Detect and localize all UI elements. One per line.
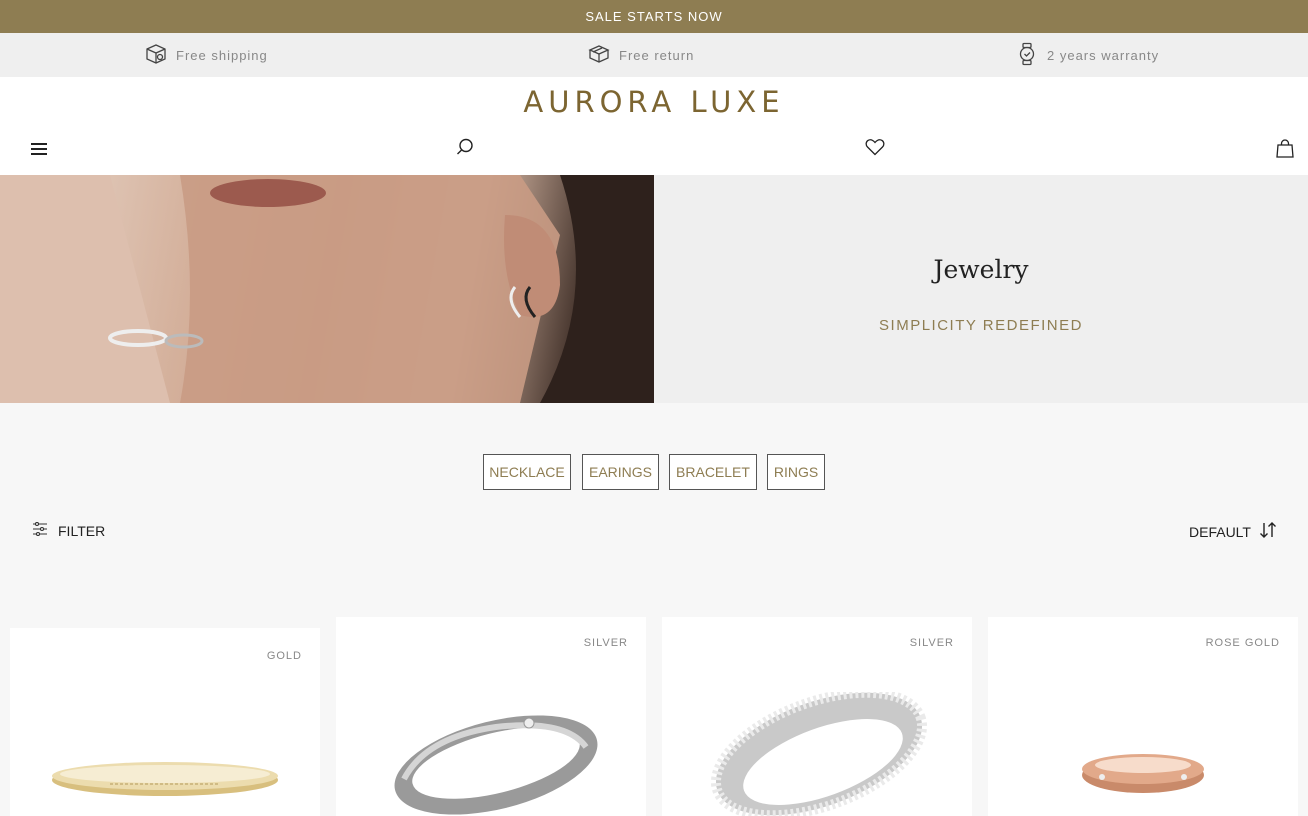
filter-label: FILTER <box>58 522 106 539</box>
announcement-text: SALE STARTS NOW <box>585 9 723 24</box>
product-card[interactable]: GOLD <box>10 628 320 816</box>
category-necklace-button[interactable]: NECKLACE <box>483 454 571 490</box>
return-box-icon <box>587 42 611 69</box>
perk-label: Free return <box>619 48 695 63</box>
product-color-tag: SILVER <box>909 637 954 649</box>
sort-label: DEFAULT <box>1189 523 1251 540</box>
bag-icon[interactable] <box>1275 138 1295 158</box>
perk-return: Free return <box>587 42 694 69</box>
filter-button[interactable]: FILTER <box>32 521 106 539</box>
perk-warranty: 2 years warranty <box>1015 42 1159 69</box>
hero-title: Jewelry <box>933 255 1029 284</box>
product-image <box>52 762 278 796</box>
hero-text-panel: Jewelry SIMPLICITY REDEFINED <box>654 175 1308 403</box>
perk-label: 2 years warranty <box>1047 48 1160 63</box>
product-card[interactable]: ROSE GOLD <box>988 617 1298 816</box>
perk-label: Free shipping <box>176 48 268 63</box>
menu-icon[interactable] <box>30 141 48 157</box>
product-image <box>1082 754 1204 793</box>
sort-button[interactable]: DEFAULT <box>1189 522 1277 541</box>
sliders-icon <box>32 521 48 539</box>
category-bracelet-button[interactable]: BRACELET <box>669 454 757 490</box>
hero-image <box>0 175 654 403</box>
header: AURORA LUXE <box>0 77 1308 175</box>
perk-shipping: Free shipping <box>144 42 268 69</box>
product-color-tag: SILVER <box>583 637 628 649</box>
product-color-tag: ROSE GOLD <box>1205 637 1280 649</box>
hero-subtitle: SIMPLICITY REDEFINED <box>879 317 1083 334</box>
perks-bar: Free shipping Free return 2 years warran… <box>0 33 1308 77</box>
brand-logo[interactable]: AURORA LUXE <box>0 85 1308 119</box>
product-card[interactable]: SILVER <box>662 617 972 816</box>
announcement-bar[interactable]: SALE STARTS NOW <box>0 0 1308 33</box>
sort-arrows-icon <box>1259 522 1277 541</box>
product-card[interactable]: SILVER <box>336 617 646 816</box>
box-icon <box>144 42 168 69</box>
search-icon[interactable] <box>456 138 474 156</box>
product-color-tag: GOLD <box>266 650 302 662</box>
watch-icon <box>1015 42 1039 69</box>
product-image <box>394 715 598 815</box>
heart-icon[interactable] <box>865 138 885 156</box>
product-image <box>710 692 928 816</box>
category-rings-button[interactable]: RINGS <box>767 454 825 490</box>
category-earings-button[interactable]: EARINGS <box>582 454 659 490</box>
